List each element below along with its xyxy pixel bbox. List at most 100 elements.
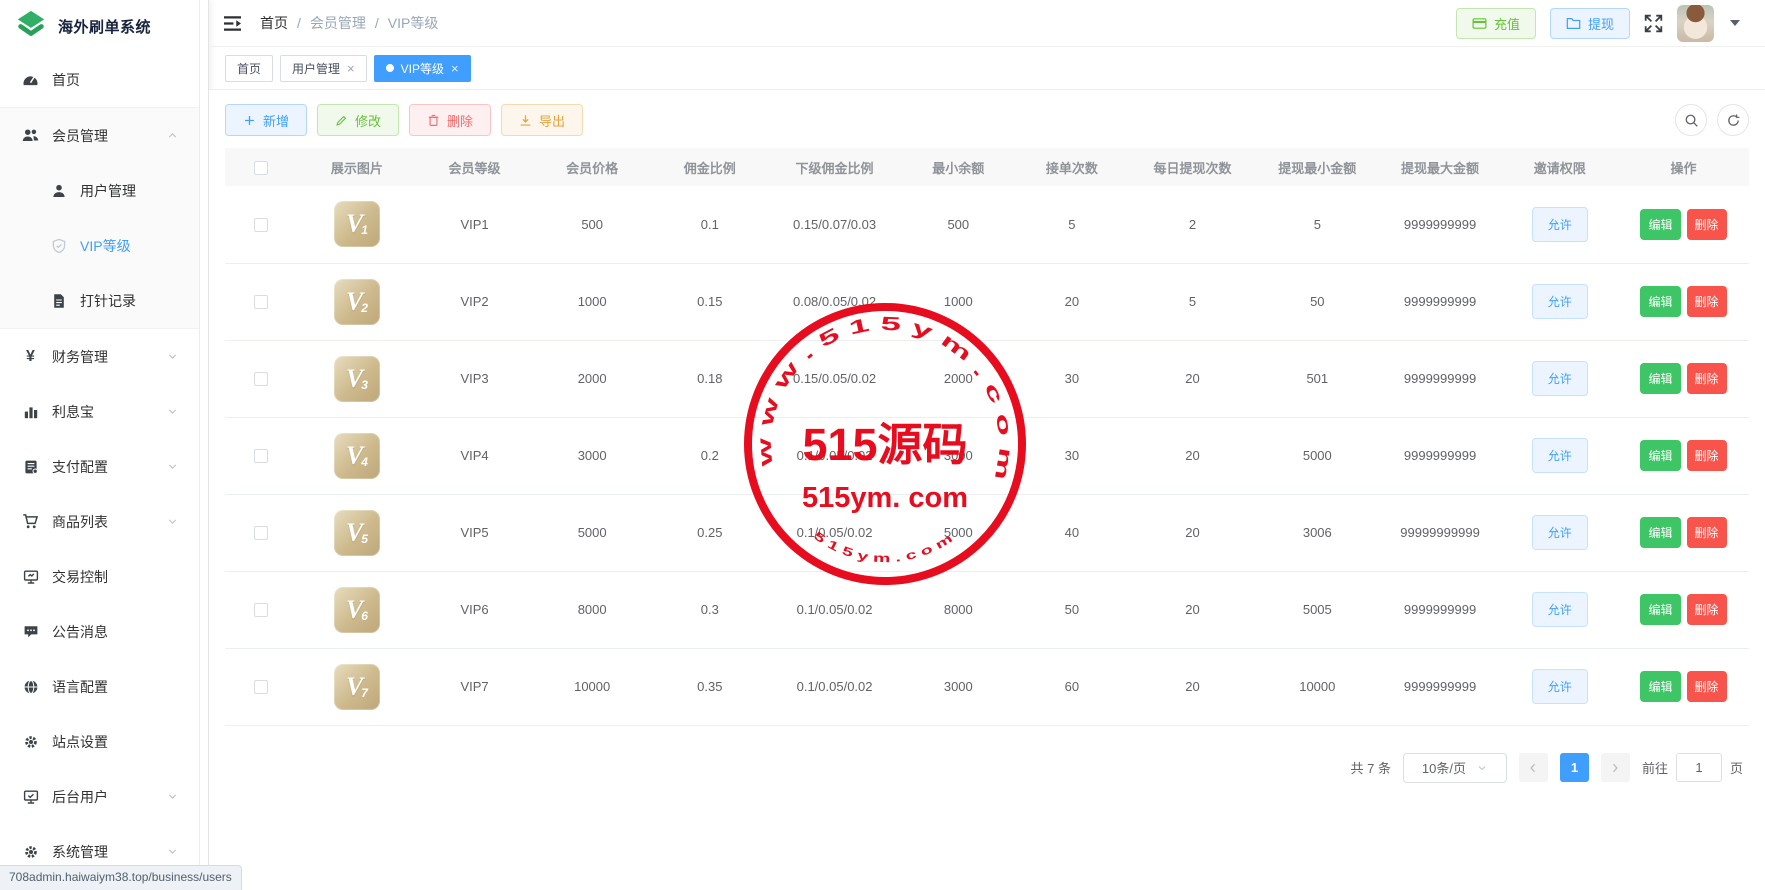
column-header: 接单次数 bbox=[1015, 148, 1130, 186]
invite-allow-button[interactable]: 允许 bbox=[1532, 284, 1588, 319]
edit-row-button[interactable]: 编辑 bbox=[1640, 671, 1680, 702]
sidebar-group-members: 会员管理 用户管理 VIP等级 打针记录 bbox=[0, 107, 199, 329]
current-page-button[interactable]: 1 bbox=[1560, 753, 1589, 782]
globe-icon bbox=[22, 678, 39, 695]
sidebar-item-member-management[interactable]: 会员管理 bbox=[0, 108, 199, 163]
search-icon[interactable] bbox=[1675, 104, 1707, 136]
column-header: 下级佣金比例 bbox=[767, 148, 902, 186]
export-button[interactable]: 导出 bbox=[501, 104, 583, 136]
cell-level: VIP4 bbox=[417, 417, 532, 494]
row-checkbox[interactable] bbox=[254, 680, 268, 694]
invite-allow-button[interactable]: 允许 bbox=[1532, 207, 1588, 242]
breadcrumb-member-management[interactable]: 会员管理 bbox=[310, 13, 366, 33]
column-header: 邀请权限 bbox=[1501, 148, 1618, 186]
cell-withdraw_min: 3006 bbox=[1256, 494, 1379, 571]
edit-row-button[interactable]: 编辑 bbox=[1640, 440, 1680, 471]
avatar-caret-down-icon[interactable] bbox=[1730, 20, 1740, 26]
delete-row-button[interactable]: 删除 bbox=[1687, 517, 1727, 548]
delete-row-button[interactable]: 删除 bbox=[1687, 286, 1727, 317]
invite-allow-button[interactable]: 允许 bbox=[1532, 592, 1588, 627]
chevron-up-icon bbox=[166, 129, 179, 142]
sidebar-item-admin-users[interactable]: 后台用户 bbox=[0, 769, 199, 824]
add-button[interactable]: 新增 bbox=[225, 104, 307, 136]
status-url-tooltip: 708admin.haiwaiym38.top/business/users bbox=[0, 865, 242, 890]
edit-row-button[interactable]: 编辑 bbox=[1640, 594, 1680, 625]
edit-row-button[interactable]: 编辑 bbox=[1640, 286, 1680, 317]
yen-icon: ¥ bbox=[22, 348, 39, 365]
sidebar-item-announcements[interactable]: 公告消息 bbox=[0, 604, 199, 659]
sidebar-item-vip-level[interactable]: VIP等级 bbox=[0, 218, 199, 273]
modify-button[interactable]: 修改 bbox=[317, 104, 399, 136]
cell-withdraw_max: 9999999999 bbox=[1379, 417, 1502, 494]
user-avatar[interactable] bbox=[1677, 5, 1714, 42]
next-page-button[interactable] bbox=[1601, 753, 1630, 782]
cell-withdraw_min: 10000 bbox=[1256, 648, 1379, 725]
sidebar-item-finance-management[interactable]: ¥ 财务管理 bbox=[0, 329, 199, 384]
delete-row-button[interactable]: 删除 bbox=[1687, 363, 1727, 394]
row-checkbox[interactable] bbox=[254, 449, 268, 463]
edit-row-button[interactable]: 编辑 bbox=[1640, 363, 1680, 394]
column-header: 会员价格 bbox=[532, 148, 653, 186]
row-checkbox[interactable] bbox=[254, 295, 268, 309]
sidebar-item-product-list[interactable]: 商品列表 bbox=[0, 494, 199, 549]
invite-allow-button[interactable]: 允许 bbox=[1532, 361, 1588, 396]
cell-price: 10000 bbox=[532, 648, 653, 725]
refresh-icon[interactable] bbox=[1717, 104, 1749, 136]
sidebar-gutter bbox=[200, 0, 209, 890]
sidebar-item-interest-treasure[interactable]: 利息宝 bbox=[0, 384, 199, 439]
vip-badge-number: 4 bbox=[361, 455, 368, 469]
cell-withdraw_min: 501 bbox=[1256, 340, 1379, 417]
sidebar-item-user-management[interactable]: 用户管理 bbox=[0, 163, 199, 218]
cell-commission: 0.1 bbox=[653, 186, 768, 263]
sidebar-item-trade-control[interactable]: 交易控制 bbox=[0, 549, 199, 604]
row-checkbox[interactable] bbox=[254, 603, 268, 617]
breadcrumb-home[interactable]: 首页 bbox=[260, 13, 288, 33]
sidebar-item-language-config[interactable]: 语言配置 bbox=[0, 659, 199, 714]
row-checkbox[interactable] bbox=[254, 526, 268, 540]
vip-badge-image: V2 bbox=[334, 279, 380, 325]
tab-home[interactable]: 首页 bbox=[225, 55, 273, 82]
fullscreen-icon[interactable] bbox=[1644, 14, 1663, 33]
delete-row-button[interactable]: 删除 bbox=[1687, 671, 1727, 702]
withdraw-button[interactable]: 提现 bbox=[1550, 8, 1630, 39]
column-header: 会员等级 bbox=[417, 148, 532, 186]
collapse-menu-icon[interactable] bbox=[223, 15, 242, 32]
invite-allow-button[interactable]: 允许 bbox=[1532, 438, 1588, 473]
active-tab-dot bbox=[386, 64, 394, 72]
download-icon bbox=[519, 114, 532, 127]
sidebar-item-injection-records[interactable]: 打针记录 bbox=[0, 273, 199, 328]
cell-withdraw_max: 9999999999 bbox=[1379, 648, 1502, 725]
tab-vip-level[interactable]: VIP等级 × bbox=[374, 55, 471, 82]
row-checkbox[interactable] bbox=[254, 218, 268, 232]
edit-row-button[interactable]: 编辑 bbox=[1640, 209, 1680, 240]
cell-sub_commission: 0.1/0.05/0.02 bbox=[767, 417, 902, 494]
sidebar-menu: 首页 会员管理 用户管理 VIP等级 打针记录 bbox=[0, 52, 199, 879]
sidebar-item-home[interactable]: 首页 bbox=[0, 52, 199, 107]
cell-withdraw_min: 5000 bbox=[1256, 417, 1379, 494]
top-header: 首页 / 会员管理 / VIP等级 充值 提现 bbox=[209, 0, 1765, 47]
row-checkbox[interactable] bbox=[254, 372, 268, 386]
tab-close-icon[interactable]: × bbox=[451, 62, 459, 75]
delete-row-button[interactable]: 删除 bbox=[1687, 440, 1727, 471]
page-size-select[interactable]: 10条/页 bbox=[1403, 753, 1507, 783]
delete-button[interactable]: 删除 bbox=[409, 104, 491, 136]
prev-page-button[interactable] bbox=[1519, 753, 1548, 782]
sidebar-item-site-settings[interactable]: 站点设置 bbox=[0, 714, 199, 769]
cell-level: VIP3 bbox=[417, 340, 532, 417]
delete-row-button[interactable]: 删除 bbox=[1687, 209, 1727, 240]
edit-row-button[interactable]: 编辑 bbox=[1640, 517, 1680, 548]
tab-close-icon[interactable]: × bbox=[347, 62, 355, 75]
delete-row-button[interactable]: 删除 bbox=[1687, 594, 1727, 625]
goto-page-input[interactable] bbox=[1676, 753, 1722, 782]
invite-allow-button[interactable]: 允许 bbox=[1532, 669, 1588, 704]
cart-icon bbox=[22, 513, 39, 530]
recharge-button[interactable]: 充值 bbox=[1456, 8, 1536, 39]
table-row: V4VIP430000.20.1/0.05/0.0230003020500099… bbox=[225, 417, 1749, 494]
tab-user-management[interactable]: 用户管理 × bbox=[280, 55, 367, 82]
table-row: V3VIP320000.180.15/0.05/0.02200030205019… bbox=[225, 340, 1749, 417]
chevron-down-icon bbox=[166, 790, 179, 803]
sidebar-item-payment-config[interactable]: 支付配置 bbox=[0, 439, 199, 494]
invite-allow-button[interactable]: 允许 bbox=[1532, 515, 1588, 550]
select-all-checkbox[interactable] bbox=[254, 161, 268, 175]
cell-sub_commission: 0.1/0.05/0.02 bbox=[767, 648, 902, 725]
